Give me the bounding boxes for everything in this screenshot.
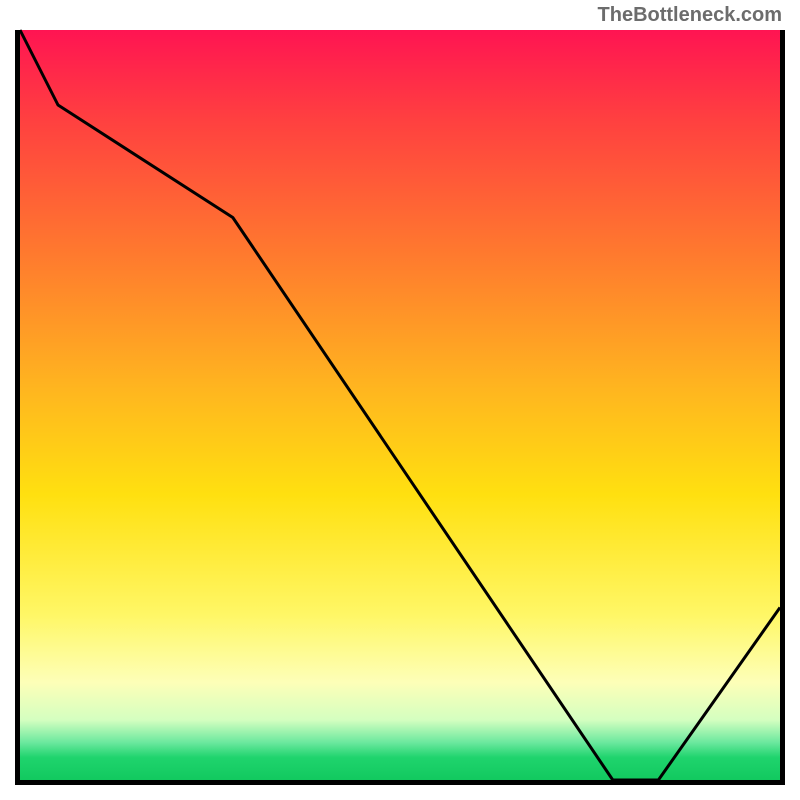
plot-area [15,30,785,785]
chart-root: TheBottleneck.com [0,0,800,800]
bottleneck-line [20,30,780,780]
attribution-label: TheBottleneck.com [598,4,782,27]
line-chart-svg [20,30,780,780]
